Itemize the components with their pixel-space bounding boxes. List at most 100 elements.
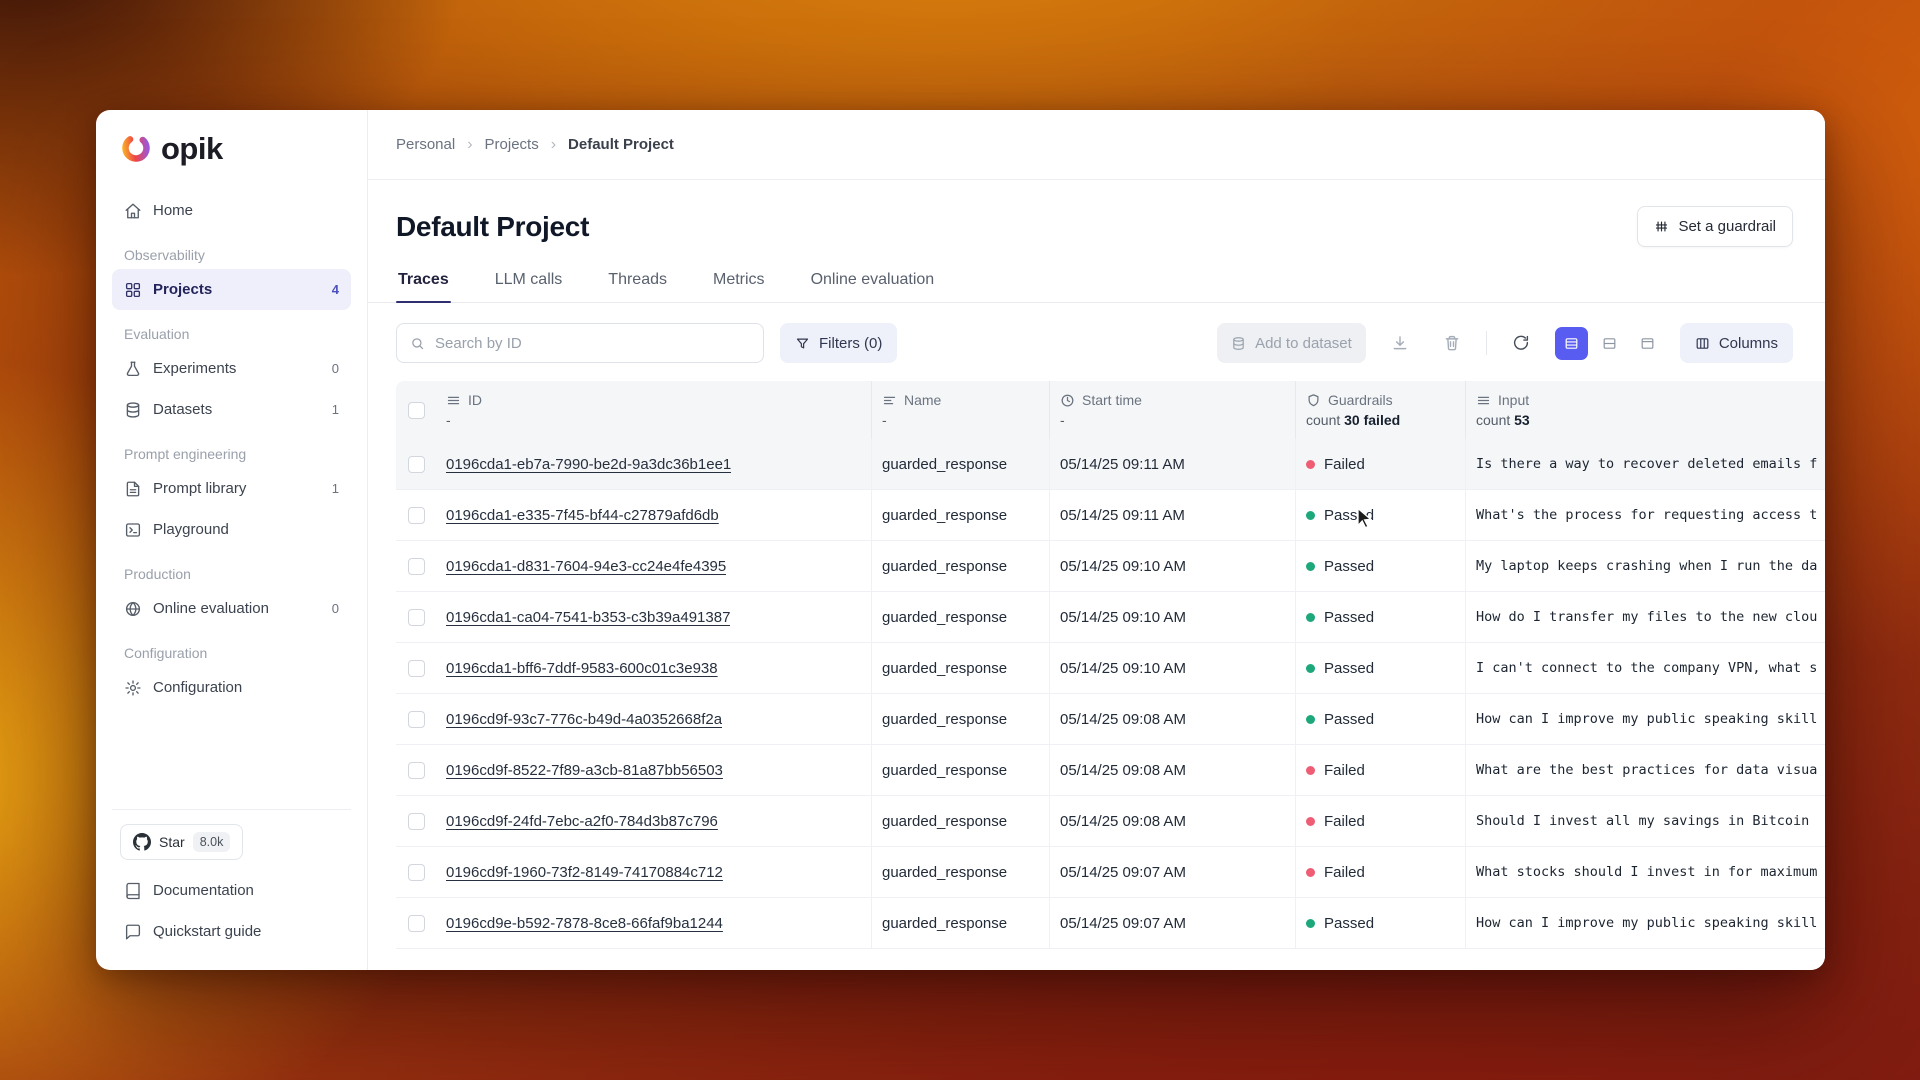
set-guardrail-label: Set a guardrail bbox=[1678, 218, 1776, 235]
sidebar-item-label: Datasets bbox=[153, 401, 212, 418]
guardrail-status: Passed bbox=[1296, 643, 1466, 693]
sidebar-item-count: 4 bbox=[332, 282, 339, 297]
trace-id-link[interactable]: 0196cd9f-1960-73f2-8149-74170884c712 bbox=[446, 864, 723, 881]
row-checkbox[interactable] bbox=[408, 915, 425, 932]
sidebar-item-prompt-library[interactable]: Prompt library 1 bbox=[112, 468, 351, 509]
github-star-button[interactable]: Star 8.0k bbox=[120, 824, 243, 860]
github-icon bbox=[133, 833, 151, 851]
column-subheader: count 30 failed bbox=[1306, 412, 1451, 428]
sidebar-item-quickstart-guide[interactable]: Quickstart guide bbox=[112, 911, 351, 952]
trace-name: guarded_response bbox=[872, 796, 1050, 846]
guardrail-status: Passed bbox=[1296, 541, 1466, 591]
density-small-button[interactable] bbox=[1555, 327, 1588, 360]
add-to-dataset-button[interactable]: Add to dataset bbox=[1217, 323, 1366, 363]
trace-id-link[interactable]: 0196cd9e-b592-7878-8ce8-66faf9ba1244 bbox=[446, 915, 723, 932]
breadcrumb-personal[interactable]: Personal bbox=[396, 136, 455, 153]
sidebar-item-label: Home bbox=[153, 202, 193, 219]
status-dot bbox=[1306, 766, 1315, 775]
sidebar-footer: Star 8.0k Documentation Quickstart guide bbox=[112, 809, 351, 952]
rows-medium-icon bbox=[1602, 336, 1617, 351]
set-guardrail-button[interactable]: Set a guardrail bbox=[1637, 206, 1793, 247]
delete-button[interactable] bbox=[1434, 325, 1470, 361]
guardrail-status: Passed bbox=[1296, 898, 1466, 948]
column-header-start-time[interactable]: Start time - bbox=[1050, 381, 1296, 439]
table-row[interactable]: 0196cd9f-8522-7f89-a3cb-81a87bb56503 gua… bbox=[396, 745, 1825, 796]
row-checkbox[interactable] bbox=[408, 660, 425, 677]
table-row[interactable]: 0196cd9f-1960-73f2-8149-74170884c712 gua… bbox=[396, 847, 1825, 898]
table-row[interactable]: 0196cda1-eb7a-7990-be2d-9a3dc36b1ee1 gua… bbox=[396, 439, 1825, 490]
table-row[interactable]: 0196cda1-e335-7f45-bf44-c27879afd6db gua… bbox=[396, 490, 1825, 541]
sidebar-item-label: Documentation bbox=[153, 882, 254, 899]
sidebar-item-count: 0 bbox=[332, 361, 339, 376]
export-download-button[interactable] bbox=[1382, 325, 1418, 361]
column-header-input[interactable]: Input count 53 bbox=[1466, 381, 1825, 439]
app-logo[interactable]: opik bbox=[112, 132, 351, 164]
row-checkbox[interactable] bbox=[408, 609, 425, 626]
row-checkbox[interactable] bbox=[408, 762, 425, 779]
guardrail-status: Failed bbox=[1296, 745, 1466, 795]
breadcrumb-projects[interactable]: Projects bbox=[485, 136, 539, 153]
column-header-guardrails[interactable]: Guardrails count 30 failed bbox=[1296, 381, 1466, 439]
trace-id-link[interactable]: 0196cda1-ca04-7541-b353-c3b39a491387 bbox=[446, 609, 730, 626]
trace-id-link[interactable]: 0196cd9f-8522-7f89-a3cb-81a87bb56503 bbox=[446, 762, 723, 779]
columns-button[interactable]: Columns bbox=[1680, 323, 1793, 363]
sidebar-item-experiments[interactable]: Experiments 0 bbox=[112, 348, 351, 389]
density-medium-button[interactable] bbox=[1593, 327, 1626, 360]
sidebar-item-playground[interactable]: Playground bbox=[112, 509, 351, 550]
tab-llm-calls[interactable]: LLM calls bbox=[493, 271, 565, 302]
row-checkbox[interactable] bbox=[408, 711, 425, 728]
trace-id-link[interactable]: 0196cd9f-24fd-7ebc-a2f0-784d3b87c796 bbox=[446, 813, 718, 830]
file-text-icon bbox=[124, 480, 142, 498]
sidebar-item-online-evaluation[interactable]: Online evaluation 0 bbox=[112, 588, 351, 629]
trace-id-link[interactable]: 0196cda1-d831-7604-94e3-cc24e4fe4395 bbox=[446, 558, 726, 575]
sidebar-item-count: 0 bbox=[332, 601, 339, 616]
trace-start-time: 05/14/25 09:08 AM bbox=[1050, 745, 1296, 795]
tab-metrics[interactable]: Metrics bbox=[711, 271, 767, 302]
sidebar-item-home[interactable]: Home bbox=[112, 190, 351, 231]
trace-start-time: 05/14/25 09:10 AM bbox=[1050, 541, 1296, 591]
select-all-checkbox[interactable] bbox=[408, 402, 425, 419]
row-checkbox[interactable] bbox=[408, 813, 425, 830]
row-checkbox[interactable] bbox=[408, 456, 425, 473]
row-checkbox[interactable] bbox=[408, 558, 425, 575]
filters-button[interactable]: Filters (0) bbox=[780, 323, 897, 363]
column-header-id[interactable]: ID - bbox=[436, 381, 872, 439]
list-icon bbox=[446, 393, 461, 408]
table-row[interactable]: 0196cda1-d831-7604-94e3-cc24e4fe4395 gua… bbox=[396, 541, 1825, 592]
table-row[interactable]: 0196cd9f-93c7-776c-b49d-4a0352668f2a gua… bbox=[396, 694, 1825, 745]
gear-icon bbox=[124, 679, 142, 697]
sidebar-item-configuration[interactable]: Configuration bbox=[112, 667, 351, 708]
table-row[interactable]: 0196cda1-bff6-7ddf-9583-600c01c3e938 gua… bbox=[396, 643, 1825, 694]
trace-id-link[interactable]: 0196cda1-eb7a-7990-be2d-9a3dc36b1ee1 bbox=[446, 456, 731, 473]
tab-threads[interactable]: Threads bbox=[606, 271, 669, 302]
sidebar-item-datasets[interactable]: Datasets 1 bbox=[112, 389, 351, 430]
table-row[interactable]: 0196cd9e-b592-7878-8ce8-66faf9ba1244 gua… bbox=[396, 898, 1825, 949]
column-header-name[interactable]: Name - bbox=[872, 381, 1050, 439]
trace-id-link[interactable]: 0196cd9f-93c7-776c-b49d-4a0352668f2a bbox=[446, 711, 722, 728]
download-icon bbox=[1391, 334, 1409, 352]
sidebar-item-projects[interactable]: Projects 4 bbox=[112, 269, 351, 310]
trace-id-link[interactable]: 0196cda1-bff6-7ddf-9583-600c01c3e938 bbox=[446, 660, 718, 677]
sidebar-item-count: 1 bbox=[332, 402, 339, 417]
row-checkbox[interactable] bbox=[408, 864, 425, 881]
guardrail-status: Passed bbox=[1296, 490, 1466, 540]
trace-input: How can I improve my public speaking ski… bbox=[1466, 898, 1825, 948]
trace-id-link[interactable]: 0196cda1-e335-7f45-bf44-c27879afd6db bbox=[446, 507, 719, 524]
search-icon bbox=[410, 336, 425, 351]
column-subheader: count 53 bbox=[1476, 412, 1811, 428]
column-subheader: - bbox=[882, 412, 1035, 428]
section-evaluation: Evaluation bbox=[112, 326, 351, 342]
table-row[interactable]: 0196cda1-ca04-7541-b353-c3b39a491387 gua… bbox=[396, 592, 1825, 643]
table-row[interactable]: 0196cd9f-24fd-7ebc-a2f0-784d3b87c796 gua… bbox=[396, 796, 1825, 847]
density-large-button[interactable] bbox=[1631, 327, 1664, 360]
refresh-button[interactable] bbox=[1503, 325, 1539, 361]
opik-app-window: opik Home Observability Projects 4 Evalu… bbox=[96, 110, 1825, 970]
page-header: Default Project Set a guardrail bbox=[368, 180, 1825, 247]
search-input[interactable] bbox=[435, 335, 750, 352]
tab-traces[interactable]: Traces bbox=[396, 271, 451, 302]
row-checkbox[interactable] bbox=[408, 507, 425, 524]
tab-online-evaluation[interactable]: Online evaluation bbox=[809, 271, 937, 302]
trace-input: What stocks should I invest in for maxim… bbox=[1466, 847, 1825, 897]
status-label: Failed bbox=[1324, 456, 1365, 473]
sidebar-item-documentation[interactable]: Documentation bbox=[112, 870, 351, 911]
